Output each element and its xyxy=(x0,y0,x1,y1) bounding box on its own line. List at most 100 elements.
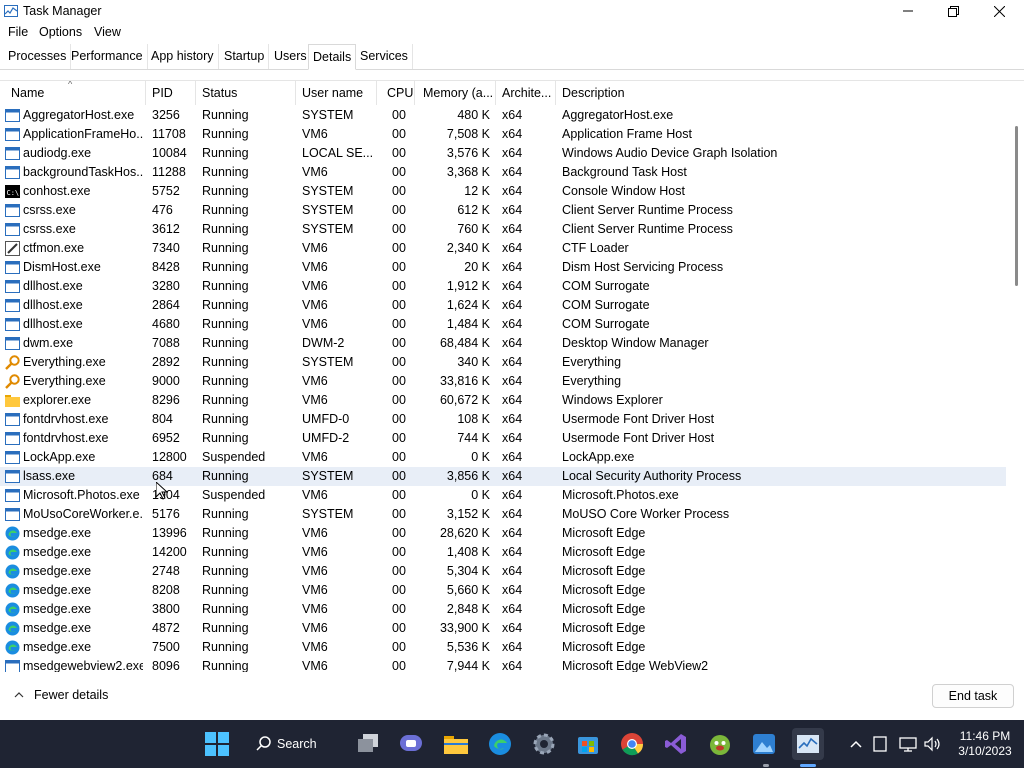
fewer-details-button[interactable]: Fewer details xyxy=(12,688,108,702)
process-folder-icon xyxy=(5,393,20,408)
game-button[interactable] xyxy=(704,728,736,760)
scrollbar-thumb[interactable] xyxy=(1015,126,1018,286)
table-row[interactable]: ApplicationFrameHo... 11708 Running VM6 00 7,… xyxy=(0,125,1006,144)
process-pid: 6952 xyxy=(152,431,180,445)
table-row[interactable]: dllhost.exe 4680 Running VM6 00 1,484 K x64 COM… xyxy=(0,315,1006,334)
task-manager-taskbar-button[interactable] xyxy=(792,728,824,760)
process-pid: 3280 xyxy=(152,279,180,293)
table-row[interactable]: msedge.exe 2748 Running VM6 00 5,304 K x64 Micr… xyxy=(0,562,1006,581)
tablet-icon[interactable] xyxy=(870,734,890,754)
process-architecture: x64 xyxy=(502,545,523,559)
table-row[interactable]: dllhost.exe 2864 Running VM6 00 1,624 K x64 COM… xyxy=(0,296,1006,315)
column-header-user-name[interactable]: User name xyxy=(302,86,363,100)
process-status: Running xyxy=(202,317,249,331)
process-user: UMFD-0 xyxy=(302,412,350,426)
process-architecture: x64 xyxy=(502,279,523,293)
table-row[interactable]: csrss.exe 3612 Running SYSTEM 00 760 K x64 Clie… xyxy=(0,220,1006,239)
chat-button[interactable] xyxy=(395,728,427,760)
process-user: VM6 xyxy=(302,393,328,407)
settings-button[interactable] xyxy=(528,728,560,760)
process-status: Running xyxy=(202,545,249,559)
process-user: VM6 xyxy=(302,659,328,673)
close-button[interactable] xyxy=(976,0,1022,22)
game-icon xyxy=(710,735,730,755)
process-description: Application Frame Host xyxy=(562,127,692,141)
table-row[interactable]: LockApp.exe 12800 Suspended VM6 00 0 K x64 Lock… xyxy=(0,448,1006,467)
tab-startup[interactable]: Startup xyxy=(220,44,270,69)
table-row[interactable]: AggregatorHost.exe 3256 Running SYSTEM 00 480… xyxy=(0,106,1006,125)
column-header-pid[interactable]: PID xyxy=(152,86,173,100)
maximize-button[interactable] xyxy=(930,0,976,22)
tab-users[interactable]: Users xyxy=(270,44,312,69)
process-name: Everything.exe xyxy=(23,374,106,388)
table-row[interactable]: msedgewebview2.exe 8096 Running VM6 00 7,944 … xyxy=(0,657,1006,673)
chrome-button[interactable] xyxy=(616,728,648,760)
column-header-cpu[interactable]: CPU xyxy=(387,86,413,100)
edge-taskbar-button[interactable] xyxy=(484,728,516,760)
task-view-button[interactable] xyxy=(352,728,384,760)
photos-button[interactable] xyxy=(748,728,780,760)
taskbar-search-button[interactable]: Search xyxy=(256,730,317,758)
visual-studio-button[interactable] xyxy=(660,728,692,760)
process-app-icon xyxy=(5,507,20,522)
table-row[interactable]: dllhost.exe 3280 Running VM6 00 1,912 K x64 COM… xyxy=(0,277,1006,296)
process-app-icon xyxy=(5,222,20,237)
table-row[interactable]: Microsoft.Photos.exe 1904 Suspended VM6 00 0 … xyxy=(0,486,1006,505)
table-row[interactable]: msedge.exe 3800 Running VM6 00 2,848 K x64 Micr… xyxy=(0,600,1006,619)
table-row[interactable]: Everything.exe 9000 Running VM6 00 33,816 K x6… xyxy=(0,372,1006,391)
column-header-memory[interactable]: Memory (a... xyxy=(423,86,493,100)
table-row[interactable]: DismHost.exe 8428 Running VM6 00 20 K x64 Dism … xyxy=(0,258,1006,277)
table-row[interactable]: msedge.exe 4872 Running VM6 00 33,900 K x64 Mic… xyxy=(0,619,1006,638)
table-row[interactable]: audiodg.exe 10084 Running LOCAL SE... 00 3,57… xyxy=(0,144,1006,163)
table-row[interactable]: lsass.exe 684 Running SYSTEM 00 3,856 K x64 Loc… xyxy=(0,467,1006,486)
table-row[interactable]: msedge.exe 8208 Running VM6 00 5,660 K x64 Micr… xyxy=(0,581,1006,600)
table-row[interactable]: fontdrvhost.exe 804 Running UMFD-0 00 108 K x6… xyxy=(0,410,1006,429)
table-row[interactable]: msedge.exe 14200 Running VM6 00 1,408 K x64 Mic… xyxy=(0,543,1006,562)
process-user: SYSTEM xyxy=(302,184,354,198)
table-row[interactable]: explorer.exe 8296 Running VM6 00 60,672 K x64 W… xyxy=(0,391,1006,410)
process-memory: 2,340 K xyxy=(446,241,490,255)
network-icon[interactable] xyxy=(898,734,918,754)
table-row[interactable]: backgroundTaskHos... 11288 Running VM6 00 3,3… xyxy=(0,163,1006,182)
column-header-status[interactable]: Status xyxy=(202,86,237,100)
process-cpu: 00 xyxy=(392,659,406,673)
table-row[interactable]: Everything.exe 2892 Running SYSTEM 00 340 K x6… xyxy=(0,353,1006,372)
tab-processes[interactable]: Processes xyxy=(4,44,72,69)
column-header-architecture[interactable]: Archite... xyxy=(502,86,551,100)
table-row[interactable]: MoUsoCoreWorker.e... 5176 Running SYSTEM 00 3… xyxy=(0,505,1006,524)
menu-view[interactable]: View xyxy=(94,25,121,39)
process-memory: 1,484 K xyxy=(446,317,490,331)
column-header-name[interactable]: Name xyxy=(11,86,44,100)
volume-icon[interactable] xyxy=(922,734,942,754)
tab-details[interactable]: Details xyxy=(308,44,357,70)
table-row[interactable]: dwm.exe 7088 Running DWM-2 00 68,484 K x64 Desk… xyxy=(0,334,1006,353)
start-button[interactable] xyxy=(201,728,233,760)
column-header-description[interactable]: Description xyxy=(562,86,625,100)
table-row[interactable]: msedge.exe 7500 Running VM6 00 5,536 K x64 Micr… xyxy=(0,638,1006,657)
end-task-button[interactable]: End task xyxy=(932,684,1014,708)
process-memory: 744 K xyxy=(457,431,490,445)
photos-icon xyxy=(753,734,775,754)
menu-options[interactable]: Options xyxy=(39,25,82,39)
vertical-scrollbar[interactable] xyxy=(1010,81,1020,673)
tab-performance[interactable]: Performance xyxy=(67,44,148,69)
process-app-icon xyxy=(5,203,20,218)
minimize-button[interactable] xyxy=(885,0,931,22)
tab-app-history[interactable]: App history xyxy=(147,44,219,69)
table-row[interactable]: csrss.exe 476 Running SYSTEM 00 612 K x64 Clien… xyxy=(0,201,1006,220)
process-name: dllhost.exe xyxy=(23,298,83,312)
menu-file[interactable]: File xyxy=(8,25,28,39)
tab-services[interactable]: Services xyxy=(356,44,413,69)
process-user: VM6 xyxy=(302,564,328,578)
process-cpu: 00 xyxy=(392,602,406,616)
chevron-up-icon[interactable] xyxy=(846,734,866,754)
table-row[interactable]: msedge.exe 13996 Running VM6 00 28,620 K x64 Mi… xyxy=(0,524,1006,543)
table-row[interactable]: C:\ conhost.exe 5752 Running SYSTEM 00 12 K x64… xyxy=(0,182,1006,201)
store-button[interactable] xyxy=(572,728,604,760)
taskbar-clock[interactable]: 11:46 PM 3/10/2023 xyxy=(950,729,1020,759)
file-explorer-button[interactable] xyxy=(440,728,472,760)
table-row[interactable]: ctfmon.exe 7340 Running VM6 00 2,340 K x64 CTF … xyxy=(0,239,1006,258)
table-row[interactable]: fontdrvhost.exe 6952 Running UMFD-2 00 744 K x… xyxy=(0,429,1006,448)
process-description: Microsoft Edge xyxy=(562,640,646,654)
process-name: fontdrvhost.exe xyxy=(23,431,109,445)
